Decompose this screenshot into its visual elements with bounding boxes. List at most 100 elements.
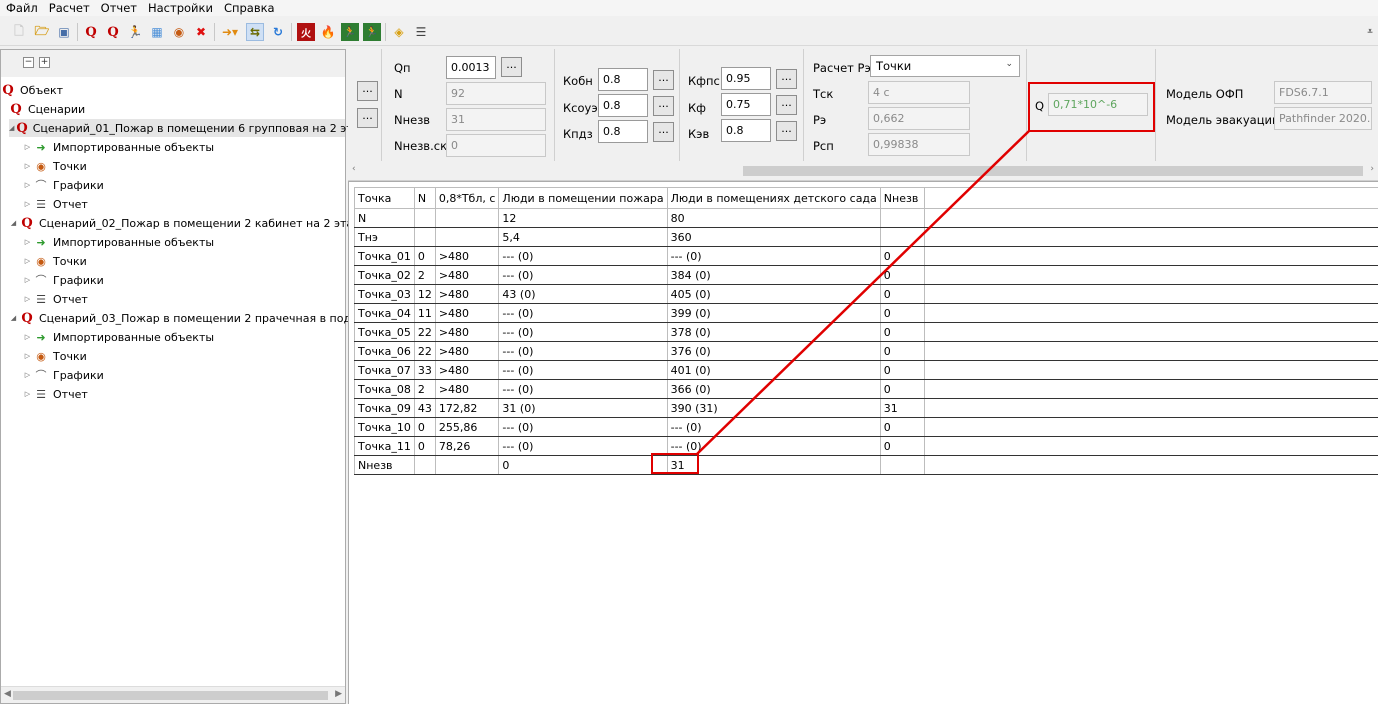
- qp-field[interactable]: 0.0013: [446, 56, 496, 79]
- scroll-thumb[interactable]: [743, 166, 1363, 176]
- collapsed-triangle-icon[interactable]: ▷: [23, 257, 32, 265]
- menu-calc[interactable]: Расчет: [43, 0, 95, 16]
- expanded-triangle-icon[interactable]: ◢: [9, 314, 18, 322]
- scroll-left-icon[interactable]: ◀: [4, 689, 11, 699]
- table-cell[interactable]: 0: [879, 246, 925, 266]
- browse-button-b[interactable]: ...: [357, 108, 378, 128]
- kev-browse-button[interactable]: ...: [776, 121, 797, 141]
- collapsed-triangle-icon[interactable]: ▷: [23, 200, 32, 208]
- collapse-all-icon[interactable]: −: [23, 57, 34, 68]
- table-cell[interactable]: 0: [879, 436, 925, 456]
- table-cell[interactable]: --- (0): [498, 341, 668, 361]
- table-cell[interactable]: 401 (0): [666, 360, 881, 380]
- table-cell[interactable]: --- (0): [498, 436, 668, 456]
- collapsed-triangle-icon[interactable]: ▷: [23, 181, 32, 189]
- collapsed-triangle-icon[interactable]: ▷: [23, 276, 32, 284]
- table-cell[interactable]: --- (0): [498, 246, 668, 266]
- table-cell[interactable]: [434, 455, 500, 475]
- tree-node-report[interactable]: ▷ ☰ Отчет: [23, 385, 88, 403]
- table-cell[interactable]: 172,82: [434, 398, 500, 418]
- table-cell[interactable]: 5,4: [498, 227, 668, 247]
- table-cell[interactable]: [413, 227, 436, 247]
- table-cell[interactable]: 255,86: [434, 417, 500, 437]
- table-cell[interactable]: 384 (0): [666, 265, 881, 285]
- table-row[interactable]: Nнезв 0 31: [354, 455, 1378, 475]
- table-cell[interactable]: 12: [413, 284, 436, 304]
- table-cell[interactable]: 405 (0): [666, 284, 881, 304]
- table-cell[interactable]: 0: [879, 322, 925, 342]
- table-row[interactable]: Точка_01 0 >480 --- (0) --- (0) 0: [354, 246, 1378, 266]
- table-row[interactable]: Точка_02 2 >480 --- (0) 384 (0) 0: [354, 265, 1378, 285]
- tree-node-report[interactable]: ▷ ☰ Отчет: [23, 195, 88, 213]
- expanded-triangle-icon[interactable]: ◢: [9, 219, 18, 227]
- tree-node-graphs[interactable]: ▷ ⌒ Графики: [23, 366, 104, 384]
- table-cell[interactable]: 0: [413, 436, 436, 456]
- table-cell[interactable]: 11: [413, 303, 436, 323]
- kfps-browse-button[interactable]: ...: [776, 69, 797, 89]
- collapsed-triangle-icon[interactable]: ▷: [23, 333, 32, 341]
- table-cell[interactable]: 0: [413, 246, 436, 266]
- collapsed-triangle-icon[interactable]: ▷: [23, 143, 32, 151]
- table-cell[interactable]: [434, 208, 500, 228]
- table-row[interactable]: Точка_11 0 78,26 --- (0) --- (0) 0: [354, 436, 1378, 456]
- column-header[interactable]: N: [413, 187, 436, 209]
- table-row[interactable]: Точка_03 12 >480 43 (0) 405 (0) 0: [354, 284, 1378, 304]
- table-cell[interactable]: Точка_06: [354, 341, 415, 361]
- new-file-icon[interactable]: 🗋: [10, 23, 28, 41]
- table-cell[interactable]: 33: [413, 360, 436, 380]
- table-cell[interactable]: --- (0): [498, 417, 668, 437]
- rascet-re-combo[interactable]: Точки ⌄: [870, 55, 1020, 77]
- risk-document-icon[interactable]: ◈: [390, 23, 408, 41]
- table-row[interactable]: Точка_05 22 >480 --- (0) 378 (0) 0: [354, 322, 1378, 342]
- table-cell[interactable]: --- (0): [666, 417, 881, 437]
- params-horizontal-scrollbar[interactable]: ‹ ›: [348, 162, 1378, 179]
- table-cell[interactable]: 0: [879, 284, 925, 304]
- tree-node-report[interactable]: ▷ ☰ Отчет: [23, 290, 88, 308]
- column-header[interactable]: Nнезв: [879, 187, 925, 209]
- table-cell[interactable]: 2: [413, 265, 436, 285]
- report-document-icon[interactable]: ☰: [412, 23, 430, 41]
- menu-file[interactable]: Файл: [0, 0, 43, 16]
- collapsed-triangle-icon[interactable]: ▷: [23, 390, 32, 398]
- table-cell[interactable]: Тнэ: [354, 227, 415, 247]
- link-toggle-icon[interactable]: ⇆: [246, 23, 264, 41]
- table-cell[interactable]: 378 (0): [666, 322, 881, 342]
- evacuation-icon[interactable]: 🏃: [126, 23, 144, 41]
- refresh-icon[interactable]: ↻: [269, 23, 287, 41]
- table-cell[interactable]: --- (0): [666, 246, 881, 266]
- tree-node-points[interactable]: ▷ ◉ Точки: [23, 347, 87, 365]
- table-cell[interactable]: Точка_10: [354, 417, 415, 437]
- table-row[interactable]: N 12 80: [354, 208, 1378, 228]
- expand-all-icon[interactable]: +: [39, 57, 50, 68]
- table-cell[interactable]: 31: [879, 398, 925, 418]
- table-cell[interactable]: --- (0): [498, 360, 668, 380]
- table-cell[interactable]: 0: [879, 379, 925, 399]
- table-icon[interactable]: ▦: [148, 23, 166, 41]
- table-cell[interactable]: 399 (0): [666, 303, 881, 323]
- table-cell[interactable]: Точка_05: [354, 322, 415, 342]
- kpdz-browse-button[interactable]: ...: [653, 122, 674, 142]
- table-cell[interactable]: --- (0): [666, 436, 881, 456]
- tree-node-points[interactable]: ▷ ◉ Точки: [23, 157, 87, 175]
- table-cell[interactable]: 0: [413, 417, 436, 437]
- table-cell[interactable]: Точка_11: [354, 436, 415, 456]
- scroll-right-icon[interactable]: ▶: [335, 689, 342, 699]
- table-cell[interactable]: 0: [879, 265, 925, 285]
- table-cell[interactable]: >480: [434, 322, 500, 342]
- table-cell[interactable]: [879, 208, 925, 228]
- tree-node-scenario-03[interactable]: ◢ Q Сценарий_03_Пожар в помещении 2 прачеч…: [9, 309, 378, 327]
- toolbar-overflow-icon[interactable]: ⩡: [1364, 23, 1376, 41]
- table-cell[interactable]: >480: [434, 284, 500, 304]
- table-cell[interactable]: >480: [434, 360, 500, 380]
- table-cell[interactable]: 0: [879, 303, 925, 323]
- table-cell[interactable]: [879, 455, 925, 475]
- column-header[interactable]: Точка: [354, 187, 415, 209]
- table-cell[interactable]: N: [354, 208, 415, 228]
- table-cell[interactable]: 376 (0): [666, 341, 881, 361]
- tree-node-graphs[interactable]: ▷ ⌒ Графики: [23, 271, 104, 289]
- tree-node-imported[interactable]: ▷ ➜ Импортированные объекты: [23, 328, 214, 346]
- fire-model-icon[interactable]: 火: [297, 23, 315, 41]
- tree-node-scenario-01[interactable]: ◢ Q Сценарий_01_Пожар в помещении 6 группо…: [9, 119, 376, 137]
- table-cell[interactable]: [413, 455, 436, 475]
- q-calc-all-icon[interactable]: Q: [104, 23, 122, 41]
